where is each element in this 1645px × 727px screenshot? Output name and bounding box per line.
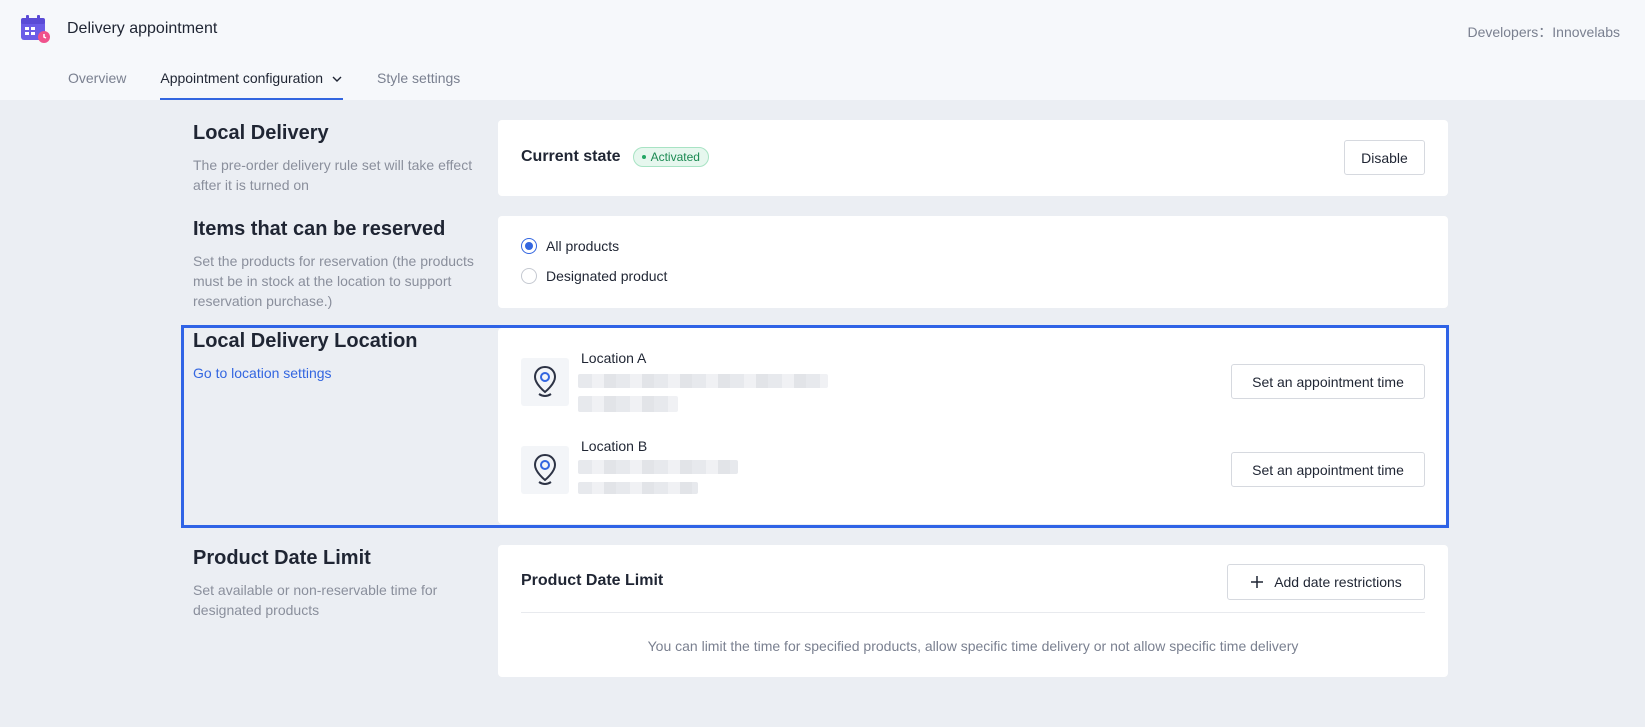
button-label: Add date restrictions: [1274, 574, 1402, 590]
current-state-row: Current state Activated: [521, 147, 709, 167]
radio-label: All products: [546, 238, 620, 254]
radio-button[interactable]: [521, 268, 537, 284]
section-description: Set available or non-reservable time for…: [193, 582, 438, 618]
tab-appointment-configuration[interactable]: Appointment configuration: [160, 70, 344, 100]
location-name: Location B: [581, 438, 648, 454]
map-pin-icon: [521, 358, 569, 406]
tab-bar: Overview Appointment configuration Style…: [68, 70, 494, 100]
delivery-location-card: Location A Set an appointment time Locat…: [498, 328, 1448, 524]
set-appointment-time-button[interactable]: Set an appointment time: [1231, 364, 1425, 399]
blurred-address: [578, 374, 828, 388]
radio-label: Designated product: [546, 268, 668, 284]
radio-all-products[interactable]: All products: [521, 238, 619, 254]
plus-icon: [1251, 576, 1264, 588]
set-appointment-time-button[interactable]: Set an appointment time: [1231, 452, 1425, 487]
location-settings-link[interactable]: Go to location settings: [193, 365, 332, 381]
developer-label: Developers：Innovelabs: [1467, 24, 1620, 40]
date-limit-card: Product Date Limit Add date restrictions…: [498, 545, 1448, 677]
section-title: Local Delivery Location: [193, 330, 418, 352]
card-title: Product Date Limit: [521, 572, 664, 589]
blurred-address: [578, 460, 738, 474]
disable-button[interactable]: Disable: [1344, 140, 1425, 175]
calendar-clock-icon: [20, 14, 50, 44]
status-badge: Activated: [632, 147, 709, 167]
section-title: Product Date Limit: [193, 547, 371, 569]
tab-style-settings[interactable]: Style settings: [377, 70, 460, 100]
tab-label: Overview: [68, 70, 127, 86]
reservable-items-card: All products Designated product: [498, 216, 1448, 308]
radio-designated-product[interactable]: Designated product: [521, 268, 667, 284]
map-pin-icon: [521, 446, 569, 494]
blurred-address: [578, 482, 698, 494]
app-title: Delivery appointment: [67, 20, 218, 37]
top-bar: Delivery appointment Developers：Innovela…: [0, 0, 1645, 100]
delivery-location-info: Local Delivery Location Go to location s…: [193, 330, 418, 383]
section-description: Set the products for reservation (the pr…: [193, 253, 474, 309]
blurred-address: [578, 396, 678, 412]
local-delivery-info: Local Delivery The pre-order delivery ru…: [193, 122, 483, 195]
location-name: Location A: [581, 350, 647, 366]
add-date-restrictions-button[interactable]: Add date restrictions: [1227, 564, 1425, 600]
reservable-items-info: Items that can be reserved Set the produ…: [193, 218, 483, 311]
date-limit-info: Product Date Limit Set available or non-…: [193, 547, 483, 620]
current-state-label: Current state: [521, 148, 621, 165]
divider: [521, 612, 1425, 613]
section-title: Local Delivery: [193, 122, 329, 144]
section-description: The pre-order delivery rule set will tak…: [193, 157, 473, 193]
tab-overview[interactable]: Overview: [68, 70, 126, 100]
chevron-down-icon: [332, 76, 342, 82]
status-badge-label: Activated: [650, 150, 700, 164]
local-delivery-card: Current state Activated Disable: [498, 120, 1448, 196]
radio-button[interactable]: [521, 238, 537, 254]
status-dot-icon: [641, 155, 646, 159]
tab-label: Style settings: [377, 70, 461, 86]
tab-label: Appointment configuration: [160, 70, 324, 86]
empty-hint: You can limit the time for specified pro…: [647, 638, 1299, 654]
section-title: Items that can be reserved: [193, 218, 446, 240]
